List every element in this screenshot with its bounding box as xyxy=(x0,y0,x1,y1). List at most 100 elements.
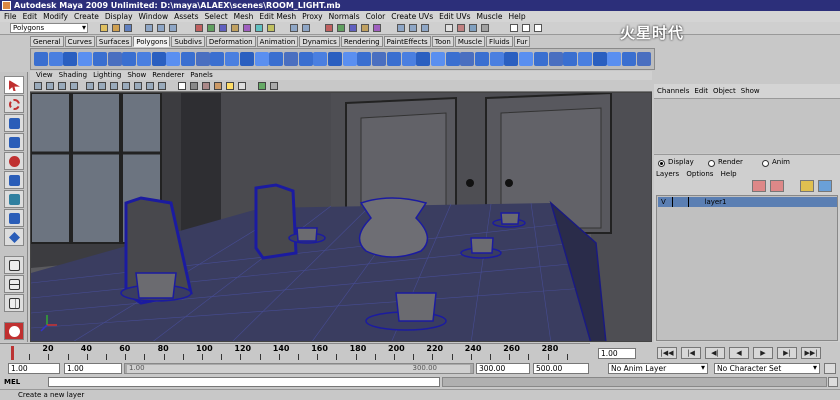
shelf-tab-polygons[interactable]: Polygons xyxy=(133,36,171,47)
sculpt-geometry-icon[interactable] xyxy=(577,52,592,66)
anim-layer-dropdown[interactable]: No Anim Layer xyxy=(608,363,708,374)
start-time-field[interactable]: 1.00 xyxy=(8,363,60,374)
select-dynamics-icon[interactable] xyxy=(255,24,263,32)
poly-prism-icon[interactable] xyxy=(122,52,137,66)
shelf-tab-painteffects[interactable]: PaintEffects xyxy=(383,36,431,47)
menu-muscle[interactable]: Muscle xyxy=(477,12,503,21)
step-back-key-button[interactable]: ◀| xyxy=(705,347,725,359)
channel-box[interactable] xyxy=(654,99,840,153)
film-gate-icon[interactable] xyxy=(98,82,106,90)
script-editor-icon[interactable] xyxy=(828,377,838,387)
construction-history-icon[interactable] xyxy=(421,24,429,32)
step-forward-key-button[interactable]: ▶| xyxy=(777,347,797,359)
current-time-marker[interactable] xyxy=(10,346,14,360)
time-slider[interactable]: 20 40 60 80 100 120 140 160 180 200 220 240 260 280 xyxy=(0,343,590,361)
poly-platonic-icon[interactable] xyxy=(195,52,210,66)
smooth-icon[interactable] xyxy=(254,52,269,66)
menu-color[interactable]: Color xyxy=(366,12,386,21)
open-scene-icon[interactable] xyxy=(112,24,120,32)
safe-action-icon[interactable] xyxy=(146,82,154,90)
cleanup-icon[interactable] xyxy=(636,52,651,66)
bookmarks-icon[interactable] xyxy=(58,82,66,90)
shelf-tab-dynamics[interactable]: Dynamics xyxy=(299,36,340,47)
delete-edge-icon[interactable] xyxy=(475,52,489,66)
menu-help[interactable]: Help xyxy=(509,12,526,21)
shelf-tab-surfaces[interactable]: Surfaces xyxy=(95,36,133,47)
shelf-tab-muscle[interactable]: Muscle xyxy=(454,36,486,47)
poly-plane-icon[interactable] xyxy=(92,52,107,66)
layer-mode-anim-radio[interactable] xyxy=(762,160,769,167)
mel-toggle-button[interactable]: MEL xyxy=(0,377,48,388)
shelf-tab-subdivs[interactable]: Subdivs xyxy=(171,36,205,47)
channel-menu-channels[interactable]: Channels xyxy=(657,87,689,95)
layers-menu[interactable]: Layers xyxy=(656,170,679,178)
poly-cube-icon[interactable] xyxy=(48,52,63,66)
viewport-menu-panels[interactable]: Panels xyxy=(190,71,213,79)
extrude-icon[interactable] xyxy=(328,52,342,66)
separate-icon[interactable] xyxy=(225,52,240,66)
split-polygon-icon[interactable] xyxy=(372,52,387,66)
safe-title-icon[interactable] xyxy=(158,82,166,90)
render-settings-icon[interactable] xyxy=(481,24,489,32)
viewport-menu-lighting[interactable]: Lighting xyxy=(93,71,121,79)
menu-edit[interactable]: Edit xyxy=(23,12,38,21)
select-camera-icon[interactable] xyxy=(34,82,42,90)
shelf-tab-deformation[interactable]: Deformation xyxy=(205,36,256,47)
insert-edge-loop-icon[interactable] xyxy=(386,52,401,66)
render-view-icon[interactable] xyxy=(445,24,453,32)
merge-icon[interactable] xyxy=(445,52,460,66)
automatic-mapping-icon[interactable] xyxy=(548,52,563,66)
play-backwards-button[interactable]: ◀ xyxy=(729,347,749,359)
viewport-menu-view[interactable]: View xyxy=(36,71,53,79)
snap-grid-icon[interactable] xyxy=(325,24,333,32)
poly-cone-icon[interactable] xyxy=(78,52,93,66)
select-rendering-icon[interactable] xyxy=(267,24,275,32)
poly-pipe-icon[interactable] xyxy=(151,52,166,66)
output-ops-icon[interactable] xyxy=(409,24,417,32)
select-joints-icon[interactable] xyxy=(207,24,215,32)
four-view-layout[interactable] xyxy=(4,275,24,293)
paint-select-tool[interactable] xyxy=(4,114,24,132)
cylindrical-mapping-icon[interactable] xyxy=(519,52,534,66)
bevel-icon[interactable] xyxy=(416,52,431,66)
snap-view-plane-icon[interactable] xyxy=(361,24,369,32)
layer-mode-render-radio[interactable] xyxy=(708,160,715,167)
scale-tool[interactable] xyxy=(4,171,24,189)
menu-assets[interactable]: Assets xyxy=(174,12,198,21)
shelf-tab-animation[interactable]: Animation xyxy=(256,36,299,47)
isolate-select-icon[interactable] xyxy=(258,82,266,90)
layer-color-swatch[interactable] xyxy=(688,197,698,207)
channel-menu-object[interactable]: Object xyxy=(713,87,736,95)
playback-end-field[interactable]: 300.00 xyxy=(476,363,530,374)
viewport-menu-renderer[interactable]: Renderer xyxy=(152,71,184,79)
menu-modify[interactable]: Modify xyxy=(43,12,68,21)
go-to-end-button[interactable]: ▶▶| xyxy=(801,347,821,359)
channel-menu-edit[interactable]: Edit xyxy=(694,87,708,95)
resolution-gate-icon[interactable] xyxy=(110,82,118,90)
combine-icon[interactable] xyxy=(210,52,225,66)
snap-point-icon[interactable] xyxy=(349,24,357,32)
textured-icon[interactable] xyxy=(214,82,222,90)
move-tool[interactable] xyxy=(4,133,24,151)
ipr-render-icon[interactable] xyxy=(469,24,477,32)
step-back-frame-button[interactable]: |◀ xyxy=(681,347,701,359)
boolean-union-icon[interactable] xyxy=(269,52,284,66)
shelf-tab-fur[interactable]: Fur xyxy=(513,36,531,47)
field-chart-icon[interactable] xyxy=(134,82,142,90)
gate-mask-icon[interactable] xyxy=(122,82,130,90)
layer-row[interactable]: V layer1 xyxy=(658,197,837,207)
menu-create-uvs[interactable]: Create UVs xyxy=(391,12,433,21)
lasso-tool[interactable] xyxy=(4,95,24,113)
menu-mesh[interactable]: Mesh xyxy=(234,12,254,21)
playback-start-field[interactable]: 1.00 xyxy=(64,363,122,374)
menu-window[interactable]: Window xyxy=(139,12,169,21)
render-current-frame-icon[interactable] xyxy=(457,24,465,32)
select-hierarchy-icon[interactable] xyxy=(145,24,153,32)
lock-selection-icon[interactable] xyxy=(290,24,298,32)
persp-outliner-layout[interactable] xyxy=(4,294,24,312)
wedge-icon[interactable] xyxy=(430,52,445,66)
menu-select[interactable]: Select xyxy=(205,12,228,21)
select-object-icon[interactable] xyxy=(157,24,165,32)
current-frame-field[interactable]: 1.00 xyxy=(598,348,636,359)
show-manipulator-tool[interactable] xyxy=(4,228,24,246)
